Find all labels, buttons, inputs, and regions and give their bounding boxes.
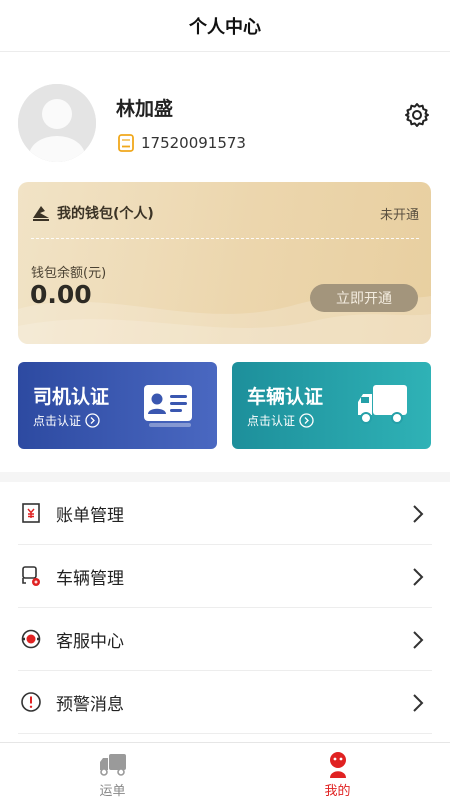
tab-label: 我的: [324, 784, 351, 799]
chevron-right-icon: [413, 631, 424, 649]
phone-row: 17520091573: [118, 134, 246, 152]
menu-item-label: 车辆管理: [56, 568, 124, 589]
menu-item-customer-service[interactable]: 客服中心: [18, 608, 432, 671]
vehicle-auth-card[interactable]: 车辆认证 点击认证: [232, 362, 431, 449]
wallet-status: 未开通: [379, 207, 419, 223]
tab-label: 运单: [99, 784, 126, 799]
wallet-balance-label: 钱包余额(元): [31, 266, 107, 281]
section-divider: [0, 472, 450, 482]
vehicle-auth-title: 车辆认证: [247, 386, 324, 408]
tab-mine[interactable]: 我的: [225, 743, 450, 800]
avatar-placeholder-icon: [18, 84, 96, 162]
wallet-balance: 0.00: [30, 280, 92, 309]
gear-icon[interactable]: [404, 102, 430, 128]
wallet-divider: [31, 238, 419, 239]
driver-auth-card[interactable]: 司机认证 点击认证: [18, 362, 217, 449]
menu-list: 账单管理 车辆管理 客服中心 预警消息: [0, 482, 450, 734]
vehicle-manage-icon: [22, 566, 40, 586]
wallet-title: 我的钱包(个人): [57, 206, 154, 222]
open-wallet-button[interactable]: 立即开通: [310, 284, 418, 312]
driver-auth-sub: 点击认证: [33, 412, 100, 429]
chevron-circle-icon: [85, 413, 100, 428]
wallet-card[interactable]: 我的钱包(个人) 未开通 钱包余额(元) 0.00 立即开通: [18, 182, 431, 344]
profile-section: 林加盛 17520091573: [18, 84, 432, 164]
truck-illustration-icon: [358, 385, 407, 424]
page-title: 个人中心: [189, 16, 261, 38]
customer-service-icon: [21, 629, 41, 649]
wallet-icon: [33, 206, 49, 221]
bottom-tab-bar: 运单 我的: [0, 742, 450, 800]
user-name: 林加盛: [116, 98, 174, 120]
chevron-circle-icon: [299, 413, 314, 428]
bill-icon: [22, 503, 40, 523]
warning-icon: [21, 692, 41, 712]
vehicle-auth-sub-label: 点击认证: [247, 414, 296, 428]
top-bar: 个人中心: [0, 0, 450, 52]
menu-item-label: 客服中心: [56, 631, 124, 652]
phone-number: 17520091573: [141, 134, 246, 152]
menu-item-warnings[interactable]: 预警消息: [18, 671, 432, 734]
wallet-header: 我的钱包(个人) 未开通: [31, 202, 419, 224]
user-icon: [329, 752, 346, 778]
chevron-right-icon: [413, 568, 424, 586]
driver-auth-sub-label: 点击认证: [33, 414, 82, 428]
vehicle-auth-sub: 点击认证: [247, 412, 314, 429]
menu-item-label: 预警消息: [56, 694, 124, 715]
chevron-right-icon: [413, 694, 424, 712]
driver-auth-title: 司机认证: [33, 386, 110, 408]
tab-waybill[interactable]: 运单: [0, 743, 225, 800]
menu-item-label: 账单管理: [56, 505, 124, 526]
phone-icon: [118, 134, 134, 152]
avatar[interactable]: [18, 84, 96, 162]
chevron-right-icon: [413, 505, 424, 523]
menu-item-vehicles[interactable]: 车辆管理: [18, 545, 432, 608]
id-card-icon: [144, 385, 192, 427]
menu-item-bills[interactable]: 账单管理: [18, 482, 432, 545]
truck-icon: [99, 754, 126, 776]
